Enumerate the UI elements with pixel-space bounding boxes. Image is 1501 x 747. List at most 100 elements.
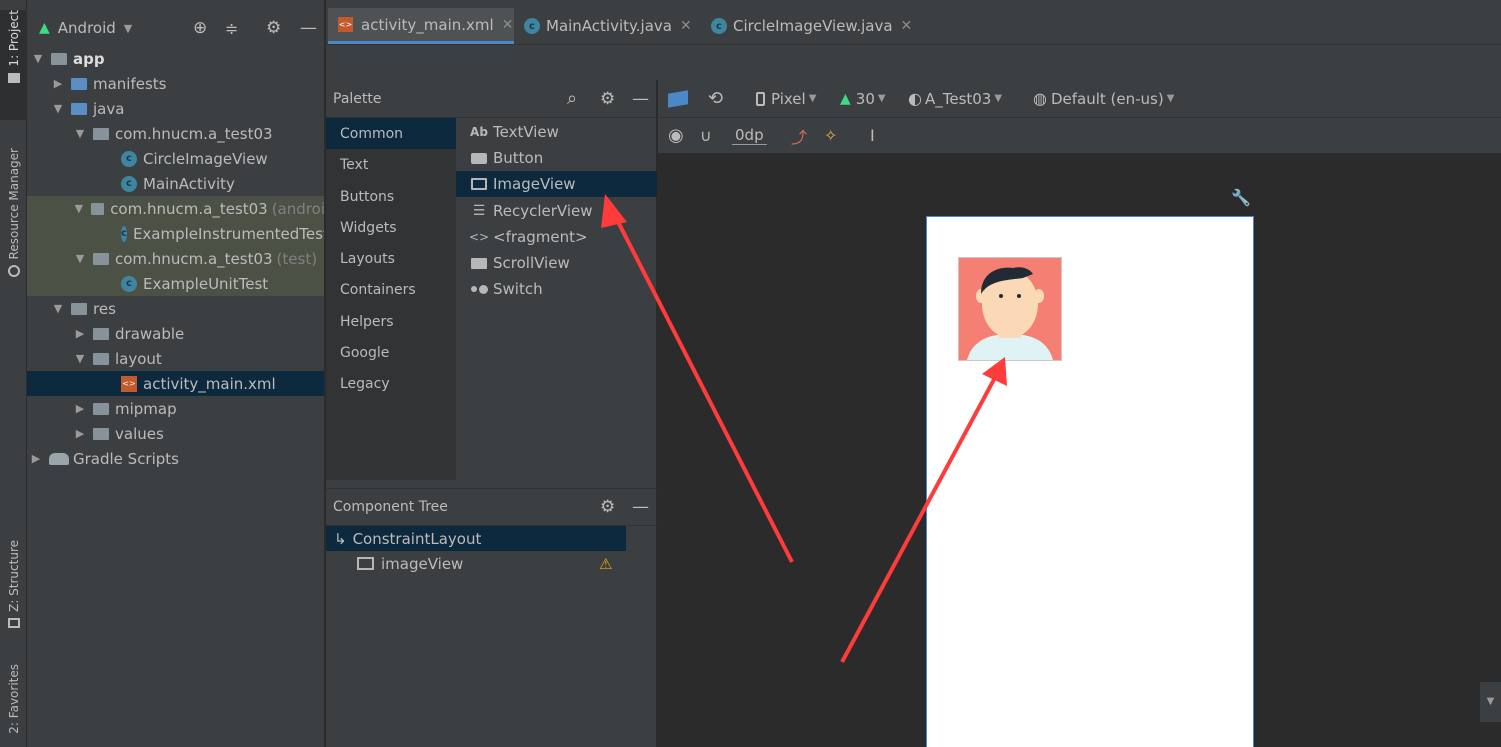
tool-tab-structure[interactable]: Z: Structure [0, 540, 27, 635]
device-label: Pixel [771, 89, 806, 108]
wrench-icon[interactable]: 🔧 [1231, 188, 1251, 207]
tree-item-gradle-scripts[interactable]: ▶ Gradle Scripts [27, 446, 324, 471]
api-level-selector[interactable]: ▲ 30 ▼ [840, 80, 886, 117]
tool-tab-structure-label: Z: Structure [6, 540, 21, 612]
chevron-down-icon[interactable]: ▼ [124, 22, 132, 35]
minimize-icon[interactable]: — [300, 18, 317, 38]
project-panel-header: ▲ Android ▼ ⊕ ≑ ⚙ — [27, 10, 324, 46]
collapsed-arrow-icon: ▶ [75, 402, 85, 415]
component-imageview[interactable]: imageView ⚠ [326, 551, 626, 576]
locale-selector[interactable]: ◍ Default (en-us) ▼ [1033, 80, 1174, 117]
expanded-arrow-icon: ▼ [75, 352, 85, 365]
tree-item-package-androidtest[interactable]: ▼ com.hnucm.a_test03 (androi [27, 196, 324, 221]
palette-category-widgets[interactable]: Widgets [326, 212, 456, 243]
palette-category-containers[interactable]: Containers [326, 274, 456, 305]
magic-wand-icon[interactable]: ✧ [824, 118, 837, 153]
close-icon[interactable]: ✕ [680, 18, 692, 34]
tree-item-app[interactable]: ▼ app [27, 46, 324, 71]
tree-item-circleimageview[interactable]: c CircleImageView [27, 146, 324, 171]
magnet-off-icon[interactable]: ∪ [700, 118, 712, 153]
folder-icon [71, 77, 87, 90]
tab-activity-main-xml[interactable]: <> activity_main.xml ✕ [328, 8, 514, 44]
palette-item-textview[interactable]: Ab TextView [456, 119, 657, 145]
palette-item-scrollview[interactable]: ScrollView [456, 250, 657, 276]
api-level-label: 30 [855, 89, 875, 108]
tool-tab-favorites-label: 2: Favorites [6, 664, 21, 734]
theme-selector[interactable]: ◐ A_Test03 ▼ [908, 80, 1002, 117]
palette-category-text[interactable]: Text [326, 149, 456, 180]
android-icon: ▲ [840, 90, 851, 107]
palette-category-google[interactable]: Google [326, 337, 456, 368]
xml-file-icon: <> [338, 17, 353, 32]
palette-category-layouts[interactable]: Layouts [326, 243, 456, 274]
tree-item-exampleinstrumentedtest[interactable]: c ExampleInstrumentedTest [27, 221, 324, 246]
category-label: Containers [340, 281, 416, 298]
device-preview[interactable] [926, 216, 1254, 747]
palette-item-label: Button [493, 149, 544, 167]
tab-mainactivity-java[interactable]: c MainActivity.java ✕ [524, 8, 692, 44]
avatar-image [959, 258, 1061, 360]
palette-category-common[interactable]: Common [326, 118, 456, 149]
component-constraintlayout[interactable]: ↳ ConstraintLayout [326, 526, 626, 551]
image-view-preview[interactable] [958, 257, 1062, 361]
gear-icon[interactable]: ⚙ [600, 497, 615, 517]
palette-item-recyclerview[interactable]: ☰ RecyclerView [456, 198, 657, 224]
tool-tab-favorites[interactable]: 2: Favorites [0, 664, 27, 747]
tab-circleimageview-java[interactable]: c CircleImageView.java ✕ [711, 8, 912, 44]
project-view-selector[interactable]: Android [58, 19, 116, 37]
tree-item-label: res [93, 299, 116, 318]
gear-icon[interactable]: ⚙ [266, 18, 281, 38]
palette-category-helpers[interactable]: Helpers [326, 306, 456, 337]
minimize-icon[interactable]: — [632, 89, 649, 109]
collapse-all-icon[interactable]: ≑ [225, 19, 238, 38]
locate-icon[interactable]: ⊕ [193, 18, 207, 38]
tree-item-manifests[interactable]: ▶ manifests [27, 71, 324, 96]
palette-item-imageview[interactable]: ImageView [456, 171, 657, 197]
component-tree-panel: Component Tree ⚙ — ↳ ConstraintLayout im… [326, 480, 657, 747]
palette-item-button[interactable]: Button [456, 145, 657, 171]
palette-category-legacy[interactable]: Legacy [326, 368, 456, 399]
expanded-arrow-icon: ▼ [53, 302, 63, 315]
minimize-icon[interactable]: — [632, 497, 649, 517]
palette-item-fragment[interactable]: <> <fragment> [456, 224, 657, 250]
tool-tab-project[interactable]: 1: Project [0, 10, 27, 120]
component-label: imageView [381, 554, 464, 573]
tree-item-drawable[interactable]: ▶ drawable [27, 321, 324, 346]
tree-item-label: drawable [115, 324, 185, 343]
tree-item-package-test[interactable]: ▼ com.hnucm.a_test03 (test) [27, 246, 324, 271]
palette-item-switch[interactable]: Switch [456, 276, 657, 302]
tool-tab-resource-manager[interactable]: Resource Manager [0, 148, 27, 288]
close-icon[interactable]: ✕ [901, 18, 913, 34]
tree-item-java[interactable]: ▼ java [27, 96, 324, 121]
gear-icon[interactable]: ⚙ [600, 89, 615, 109]
collapsed-arrow-icon: ▶ [31, 452, 41, 465]
component-label: ConstraintLayout [352, 529, 482, 548]
scroll-handle-icon[interactable]: ▼ [1480, 682, 1501, 722]
tree-item-values[interactable]: ▶ values [27, 421, 324, 446]
clear-constraints-icon[interactable]: ⤴ [791, 118, 807, 153]
device-selector[interactable]: Pixel ▼ [756, 80, 816, 117]
tree-item-package-main[interactable]: ▼ com.hnucm.a_test03 [27, 121, 324, 146]
design-canvas[interactable]: 🔧 ▼ [658, 154, 1501, 747]
tree-item-mainactivity[interactable]: c MainActivity [27, 171, 324, 196]
tree-item-activity-main-xml[interactable]: <> activity_main.xml [27, 371, 324, 396]
folder-icon [93, 402, 109, 415]
theme-icon: ◐ [908, 89, 922, 108]
palette-category-buttons[interactable]: Buttons [326, 181, 456, 212]
close-icon[interactable]: ✕ [502, 17, 514, 33]
eye-icon[interactable]: ◉ [668, 118, 684, 153]
locale-label: Default (en-us) [1050, 89, 1164, 108]
guidelines-icon[interactable]: I [870, 118, 875, 153]
warning-icon[interactable]: ⚠ [599, 555, 612, 573]
tree-item-exampleunittest[interactable]: c ExampleUnitTest [27, 271, 324, 296]
tree-item-mipmap[interactable]: ▶ mipmap [27, 396, 324, 421]
default-margin-field[interactable]: 0dp [732, 118, 767, 153]
layers-icon[interactable] [668, 80, 688, 117]
editor-top-strip [326, 45, 1501, 80]
tree-item-res[interactable]: ▼ res [27, 296, 324, 321]
tree-item-layout[interactable]: ▼ layout [27, 346, 324, 371]
image-icon [470, 177, 488, 191]
search-icon[interactable]: ⌕ [567, 88, 577, 109]
rotate-icon[interactable]: ⟲ [708, 80, 723, 117]
scrollview-icon [470, 256, 488, 270]
